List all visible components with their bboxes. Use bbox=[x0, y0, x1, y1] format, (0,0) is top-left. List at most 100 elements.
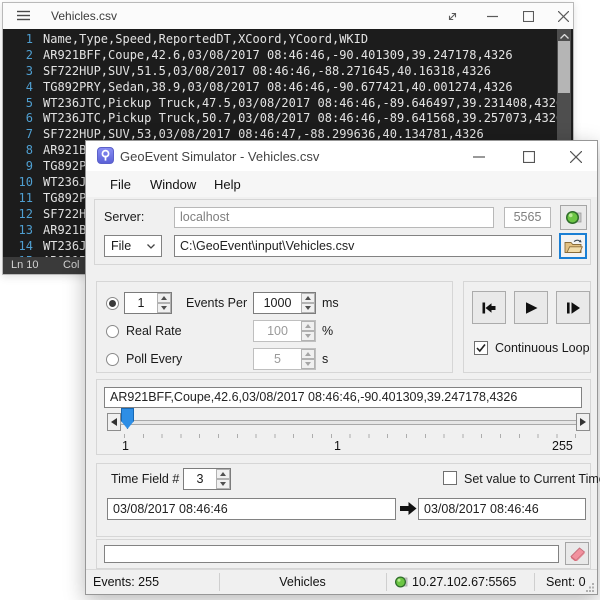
editor-close-button[interactable] bbox=[552, 8, 574, 24]
sim-statusbar: Events: 255 Vehicles 10.27.102.67:5565 S… bbox=[86, 569, 597, 594]
cursor-line-indicator: Ln 10 bbox=[11, 257, 39, 274]
csv-line: 5WT236JTC,Pickup Truck,47.5,03/08/2017 0… bbox=[3, 96, 557, 112]
sim-close-button[interactable] bbox=[563, 149, 589, 164]
set-current-time-checkbox[interactable] bbox=[443, 471, 457, 485]
step-forward-icon bbox=[564, 299, 582, 317]
scroll-up-icon[interactable] bbox=[557, 31, 571, 41]
spinner-buttons bbox=[301, 321, 315, 341]
spin-down-icon bbox=[301, 331, 315, 341]
line-number: 4 bbox=[3, 80, 33, 96]
hamburger-menu-icon[interactable] bbox=[17, 10, 30, 21]
skip-to-start-icon bbox=[480, 299, 498, 317]
screen: Vehicles.csv 1Name,Type,Speed,ReportedDT… bbox=[0, 0, 600, 600]
line-text: AR921BFF,Coupe,42.6,03/08/2017 08:46:46,… bbox=[43, 48, 513, 64]
csv-line: 6WT236JTC,Pickup Truck,50.7,03/08/2017 0… bbox=[3, 111, 557, 127]
slider-tick-marks bbox=[124, 434, 576, 438]
clear-button[interactable] bbox=[565, 542, 589, 565]
menubar: File Window Help bbox=[86, 171, 597, 197]
events-count-spinner[interactable]: 1 bbox=[124, 292, 172, 314]
sim-minimize-button[interactable] bbox=[466, 149, 492, 164]
browse-file-button[interactable] bbox=[559, 233, 587, 259]
spin-up-icon[interactable] bbox=[157, 293, 171, 303]
line-text: TG892PRY,Sedan,38.9,03/08/2017 08:46:46,… bbox=[43, 80, 513, 96]
events-per-radio[interactable] bbox=[106, 297, 119, 310]
spin-down-icon[interactable] bbox=[301, 303, 315, 313]
sim-maximize-button[interactable] bbox=[516, 149, 542, 164]
csv-line: 2 AR921BFF,Coupe,42.6,03/08/2017 08:46:46… bbox=[3, 48, 557, 64]
right-arrow-icon bbox=[580, 418, 586, 426]
time-to-field[interactable]: 03/08/2017 08:46:46 bbox=[418, 498, 586, 520]
server-port-field[interactable]: 5565 bbox=[504, 207, 551, 228]
editor-maximize-button[interactable] bbox=[517, 8, 539, 24]
time-field-spinner[interactable]: 3 bbox=[183, 468, 231, 490]
menu-window[interactable]: Window bbox=[150, 177, 196, 192]
line-number: 13 bbox=[3, 223, 33, 239]
editor-minimize-button[interactable] bbox=[481, 8, 503, 24]
real-rate-radio[interactable] bbox=[106, 325, 119, 338]
source-type-select[interactable]: File bbox=[104, 235, 162, 257]
spinner-buttons bbox=[301, 349, 315, 369]
play-button[interactable] bbox=[514, 291, 548, 324]
simulator-titlebar: GeoEvent Simulator - Vehicles.csv bbox=[86, 141, 597, 171]
simulator-title: GeoEvent Simulator - Vehicles.csv bbox=[120, 149, 319, 164]
time-from-field[interactable]: 03/08/2017 08:46:46 bbox=[107, 498, 396, 520]
simulator-window: GeoEvent Simulator - Vehicles.csv File W… bbox=[85, 140, 598, 595]
line-number: 2 bbox=[3, 48, 33, 64]
slider-min-label: 1 bbox=[122, 439, 129, 453]
editor-titlebar: Vehicles.csv bbox=[3, 3, 573, 29]
events-count-status: Events: 255 bbox=[93, 575, 159, 589]
checkmark-icon bbox=[475, 342, 487, 354]
line-number: 10 bbox=[3, 175, 33, 191]
source-type-value: File bbox=[111, 239, 131, 253]
menu-help[interactable]: Help bbox=[214, 177, 241, 192]
continuous-loop-checkbox[interactable] bbox=[474, 341, 488, 355]
connect-button[interactable] bbox=[560, 205, 587, 230]
spin-down-icon[interactable] bbox=[216, 479, 230, 489]
geoevent-app-icon bbox=[97, 147, 114, 164]
line-number: 12 bbox=[3, 207, 33, 223]
interval-value: 1000 bbox=[254, 293, 301, 313]
play-icon bbox=[522, 299, 540, 317]
slider-left-button[interactable] bbox=[107, 413, 121, 431]
poll-every-radio[interactable] bbox=[106, 353, 119, 366]
file-path-field[interactable]: C:\GeoEvent\input\Vehicles.csv bbox=[174, 235, 552, 257]
current-event-field[interactable]: AR921BFF,Coupe,42.6,03/08/2017 08:46:46,… bbox=[104, 387, 582, 408]
server-host-field[interactable]: localhost bbox=[174, 207, 494, 228]
events-per-label: Events Per bbox=[186, 296, 247, 310]
log-field[interactable] bbox=[104, 545, 559, 563]
poll-value: 5 bbox=[254, 349, 301, 369]
eraser-icon bbox=[569, 546, 586, 561]
spin-up-icon[interactable] bbox=[216, 469, 230, 479]
event-slider-track[interactable] bbox=[120, 420, 578, 425]
set-current-time-label: Set value to Current Time bbox=[464, 472, 600, 486]
scrollbar-thumb[interactable] bbox=[558, 41, 570, 93]
connect-green-orb-icon bbox=[565, 209, 582, 226]
step-to-start-button[interactable] bbox=[472, 291, 506, 324]
open-folder-icon bbox=[564, 239, 583, 254]
map-time-arrow-icon bbox=[400, 501, 417, 516]
continuous-loop-label: Continuous Loop bbox=[495, 341, 590, 355]
real-rate-value: 100 bbox=[254, 321, 301, 341]
slider-current-label: 1 bbox=[334, 439, 341, 453]
chevron-down-icon bbox=[147, 244, 155, 249]
menu-file[interactable]: File bbox=[110, 177, 131, 192]
cursor-col-indicator: Col bbox=[63, 257, 80, 274]
step-forward-button[interactable] bbox=[556, 291, 590, 324]
statusbar-divider bbox=[386, 573, 387, 591]
real-rate-label: Real Rate bbox=[126, 324, 182, 338]
spin-up-icon bbox=[301, 349, 315, 359]
slider-max-label: 255 bbox=[552, 439, 573, 453]
line-number: 6 bbox=[3, 111, 33, 127]
line-number: 14 bbox=[3, 239, 33, 255]
spinner-buttons bbox=[301, 293, 315, 313]
line-number: 1 bbox=[3, 32, 33, 48]
interval-spinner[interactable]: 1000 bbox=[253, 292, 316, 314]
editor-expand-button[interactable] bbox=[441, 8, 463, 24]
endpoint-status: 10.27.102.67:5565 bbox=[412, 575, 516, 589]
spin-down-icon[interactable] bbox=[157, 303, 171, 313]
seconds-unit-label: s bbox=[322, 352, 328, 366]
slider-right-button[interactable] bbox=[576, 413, 590, 431]
spin-up-icon[interactable] bbox=[301, 293, 315, 303]
resize-grip[interactable] bbox=[585, 582, 595, 592]
events-count-value: 1 bbox=[125, 293, 157, 313]
